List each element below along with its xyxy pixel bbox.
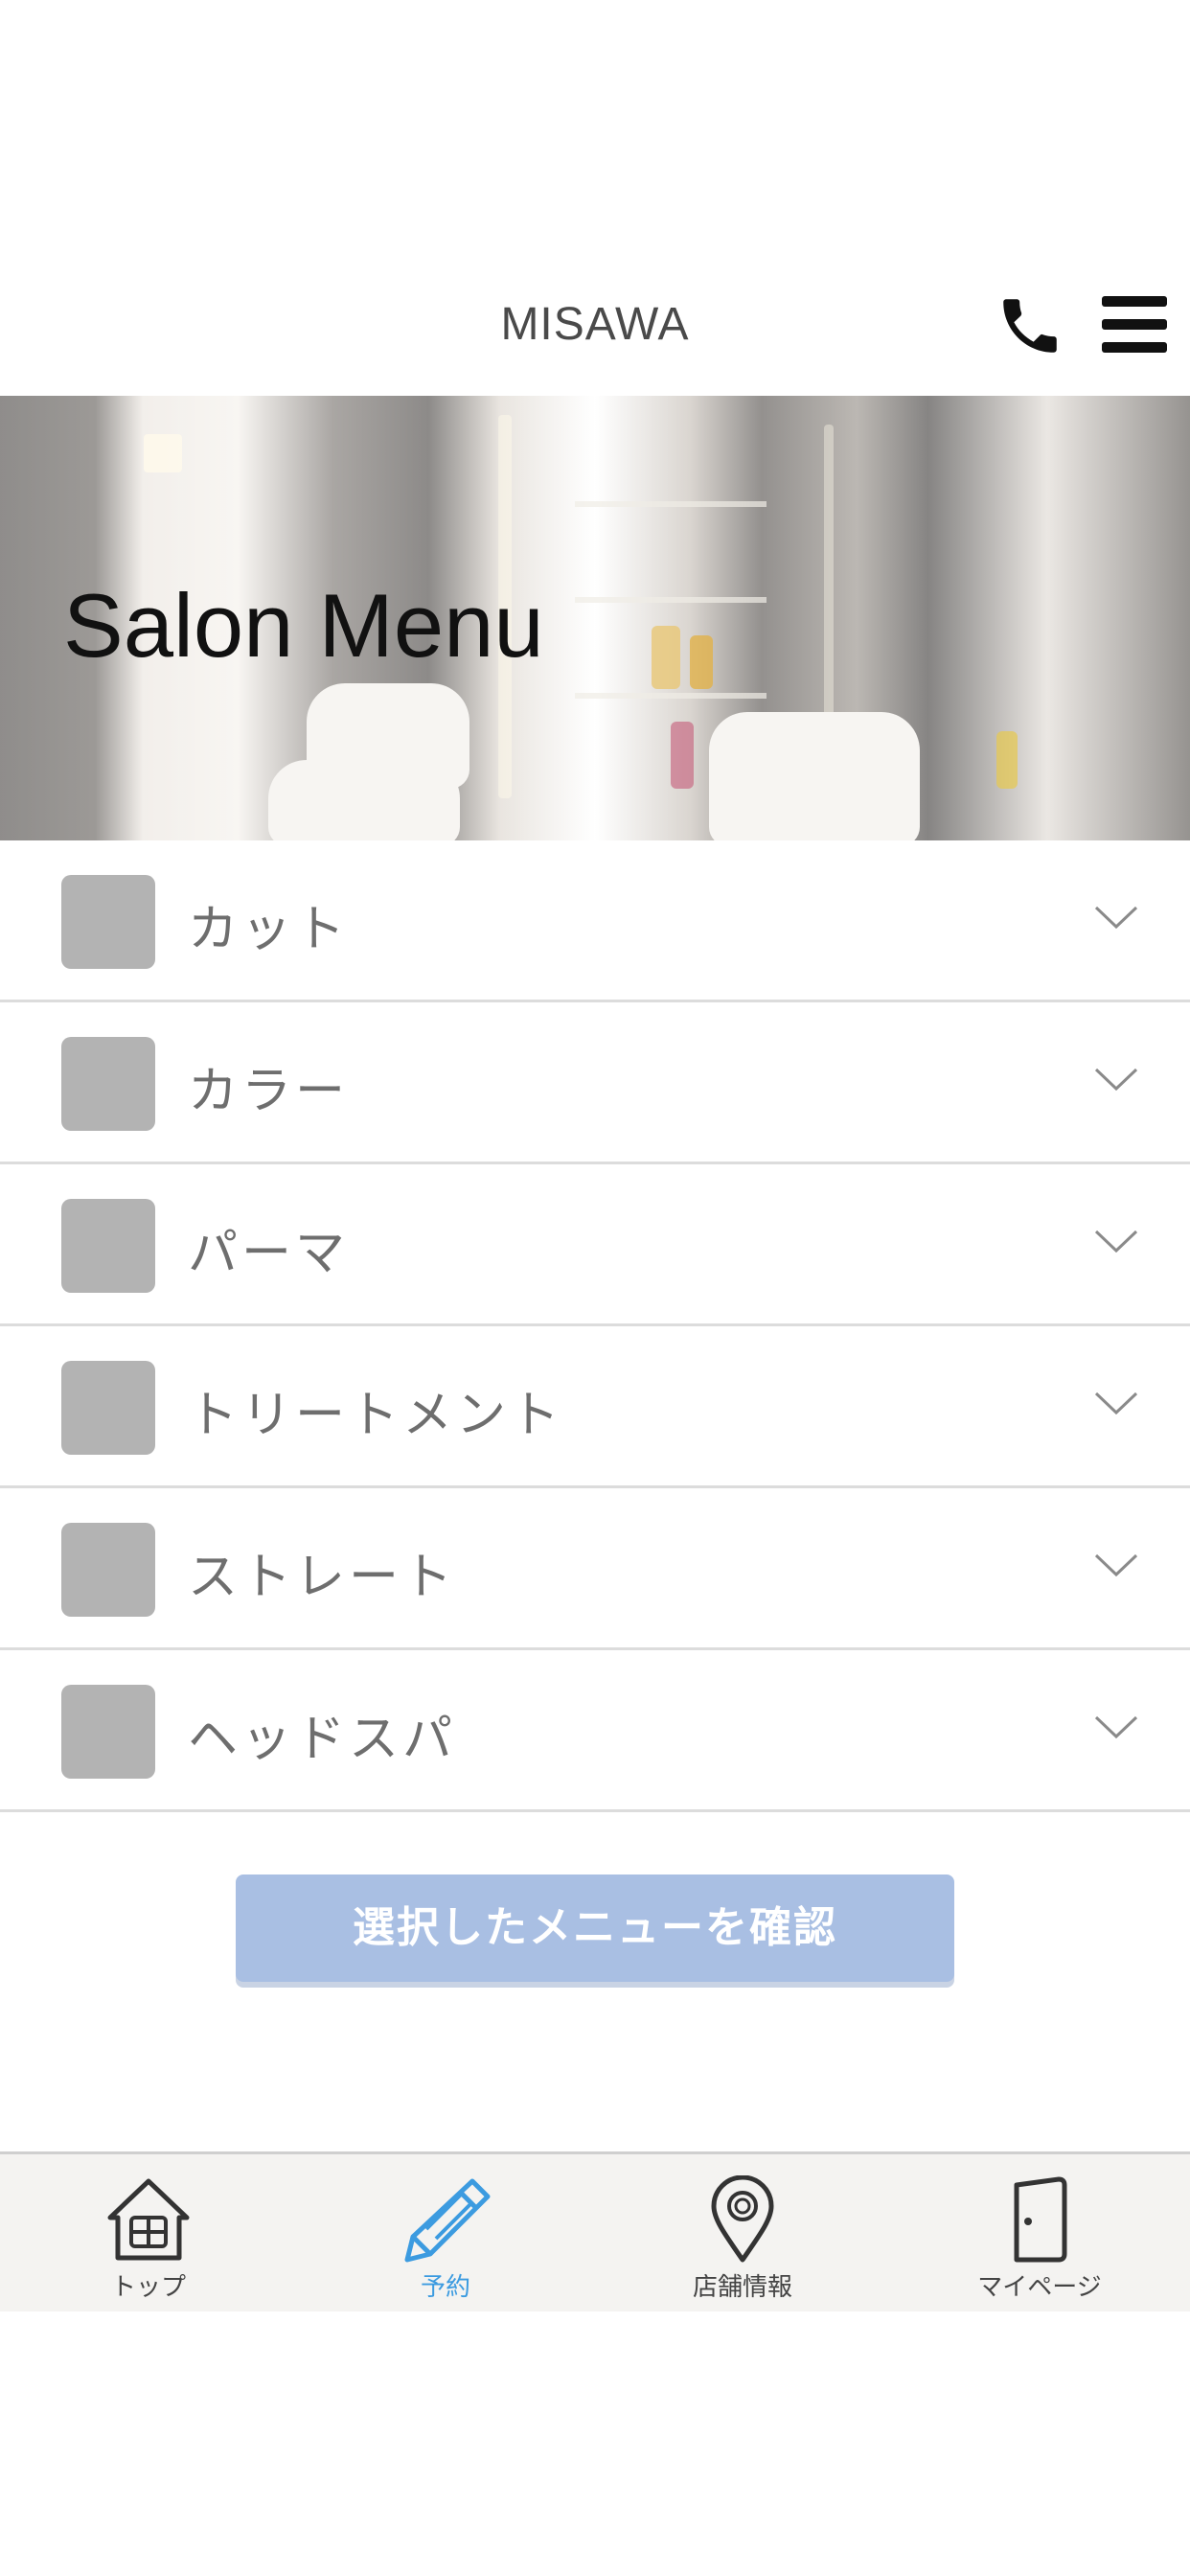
phone-icon bbox=[1003, 299, 1057, 353]
category-thumbnail bbox=[61, 1199, 155, 1293]
tab-my-page[interactable]: マイページ bbox=[891, 2154, 1188, 2312]
door-icon bbox=[1014, 2176, 1067, 2263]
hamburger-menu-icon bbox=[1102, 296, 1167, 353]
menu-category-head-spa[interactable]: ヘッドスパ bbox=[0, 1650, 1190, 1812]
category-thumbnail bbox=[61, 1685, 155, 1779]
category-label: ストレート bbox=[188, 1549, 457, 1606]
menu-category-list: カット カラー パーマ トリートメント ストレート ヘッドスパ bbox=[0, 840, 1190, 1812]
confirm-selected-menu-button[interactable]: 選択したメニューを確認 bbox=[236, 1874, 954, 1982]
tab-label: トップ bbox=[110, 2273, 186, 2302]
tab-reservation[interactable]: 予約 bbox=[297, 2154, 594, 2312]
tab-label: 店舗情報 bbox=[692, 2273, 792, 2302]
map-pin-icon bbox=[711, 2175, 774, 2263]
category-label: パーマ bbox=[188, 1225, 350, 1282]
tab-top[interactable]: トップ bbox=[0, 2154, 297, 2312]
menu-category-perm[interactable]: パーマ bbox=[0, 1164, 1190, 1326]
home-icon bbox=[107, 2178, 190, 2261]
category-thumbnail bbox=[61, 875, 155, 969]
chevron-down-icon bbox=[1094, 906, 1138, 930]
category-thumbnail bbox=[61, 1361, 155, 1455]
tab-label: 予約 bbox=[420, 2273, 470, 2302]
phone-button[interactable] bbox=[995, 290, 1065, 361]
page-title: Salon Menu bbox=[63, 575, 544, 676]
chevron-down-icon bbox=[1094, 1230, 1138, 1254]
hero-banner: Salon Menu bbox=[0, 396, 1190, 840]
menu-category-cut[interactable]: カット bbox=[0, 840, 1190, 1002]
pencil-icon bbox=[404, 2178, 491, 2263]
chevron-down-icon bbox=[1094, 1553, 1138, 1577]
menu-category-treatment[interactable]: トリートメント bbox=[0, 1326, 1190, 1488]
chevron-down-icon bbox=[1094, 1715, 1138, 1739]
category-label: トリートメント bbox=[188, 1387, 564, 1444]
category-label: ヘッドスパ bbox=[188, 1711, 457, 1768]
chevron-down-icon bbox=[1094, 1068, 1138, 1092]
tab-store-info[interactable]: 店舗情報 bbox=[594, 2154, 891, 2312]
menu-category-color[interactable]: カラー bbox=[0, 1002, 1190, 1164]
menu-category-straight[interactable]: ストレート bbox=[0, 1488, 1190, 1650]
menu-button[interactable] bbox=[1100, 294, 1169, 356]
bottom-tab-bar: トップ 予約 店舗情報 マイページ bbox=[0, 2151, 1190, 2312]
app-header: MISAWA bbox=[0, 273, 1190, 398]
category-label: カラー bbox=[188, 1063, 350, 1120]
category-label: カット bbox=[188, 901, 350, 958]
tab-label: マイページ bbox=[977, 2273, 1102, 2302]
category-thumbnail bbox=[61, 1037, 155, 1131]
category-thumbnail bbox=[61, 1523, 155, 1617]
chevron-down-icon bbox=[1094, 1392, 1138, 1415]
